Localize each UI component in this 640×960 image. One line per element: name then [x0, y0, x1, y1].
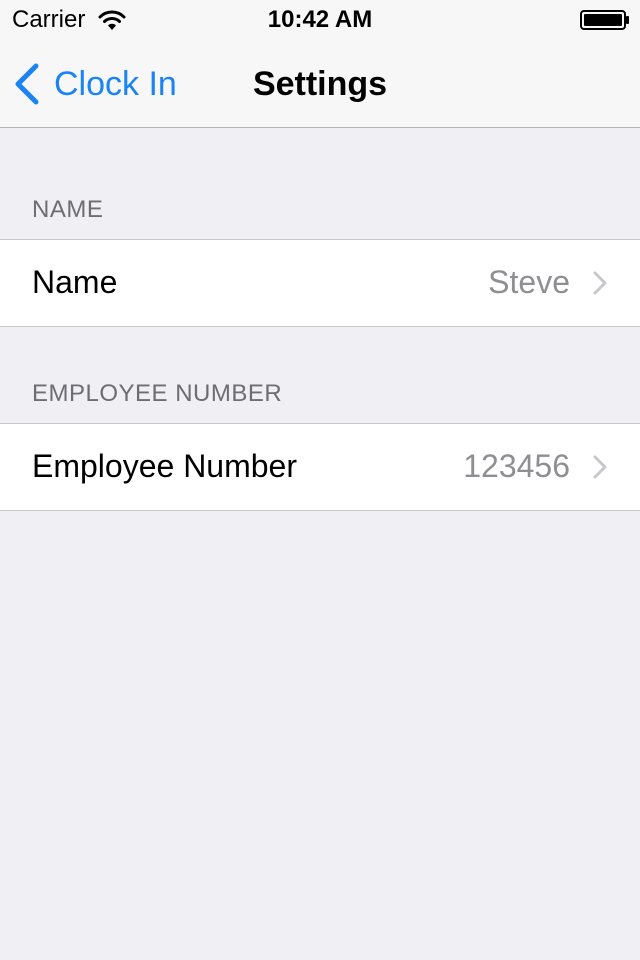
section-header-name: NAME — [32, 196, 104, 223]
name-row-label: Name — [32, 264, 118, 300]
name-row[interactable]: Name Steve — [0, 239, 640, 327]
chevron-right-icon — [593, 271, 607, 295]
status-bar: Carrier 10:42 AM — [0, 0, 640, 40]
status-time: 10:42 AM — [267, 6, 373, 33]
navigation-bar: Clock In Settings — [0, 40, 640, 128]
page-title: Settings — [252, 65, 388, 103]
top-bar: Carrier 10:42 AM Clock In Settings — [0, 0, 640, 128]
chevron-right-icon — [593, 455, 607, 479]
employee-number-row[interactable]: Employee Number 123456 — [0, 423, 640, 511]
employee-number-row-label: Employee Number — [32, 448, 297, 484]
battery-icon — [580, 10, 629, 30]
section-header-employee-number: EMPLOYEE NUMBER — [32, 380, 283, 407]
name-row-value: Steve — [488, 264, 570, 300]
employee-number-row-value: 123456 — [463, 448, 570, 484]
